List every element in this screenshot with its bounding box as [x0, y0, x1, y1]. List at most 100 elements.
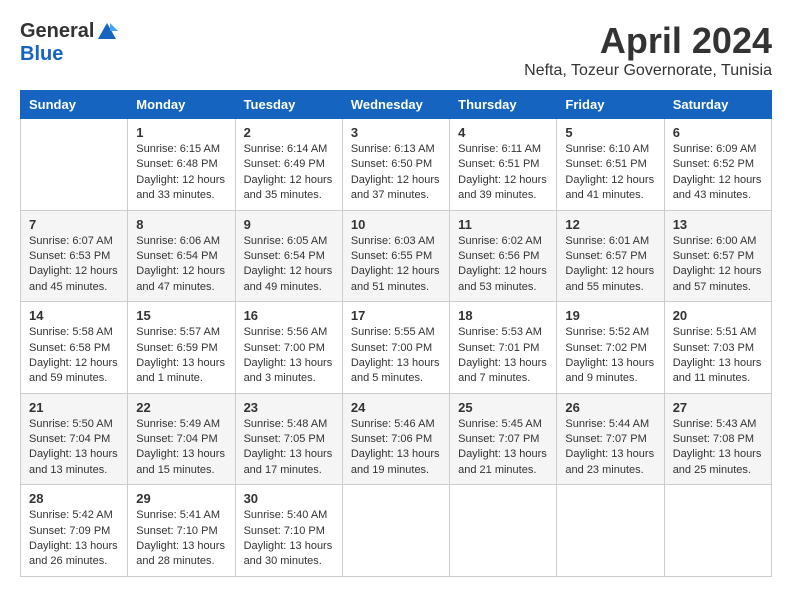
day-info: Sunrise: 6:15 AM Sunset: 6:48 PM Dayligh…: [136, 142, 226, 204]
day-info: Sunrise: 6:01 AM Sunset: 6:57 PM Dayligh…: [565, 234, 655, 296]
day-number: 28: [29, 491, 119, 506]
day-number: 17: [351, 308, 441, 323]
calendar-cell: 19 Sunrise: 5:52 AM Sunset: 7:02 PM Dayli…: [557, 302, 664, 394]
calendar-cell: [342, 485, 449, 577]
calendar-cell: 13 Sunrise: 6:00 AM Sunset: 6:57 PM Dayli…: [664, 210, 771, 302]
day-info: Sunrise: 5:46 AM Sunset: 7:06 PM Dayligh…: [351, 417, 441, 479]
calendar-cell: 20 Sunrise: 5:51 AM Sunset: 7:03 PM Dayli…: [664, 302, 771, 394]
calendar-cell: 28 Sunrise: 5:42 AM Sunset: 7:09 PM Dayli…: [21, 485, 128, 577]
calendar-cell: 3 Sunrise: 6:13 AM Sunset: 6:50 PM Daylig…: [342, 119, 449, 211]
day-number: 1: [136, 125, 226, 140]
day-info: Sunrise: 5:56 AM Sunset: 7:00 PM Dayligh…: [244, 325, 334, 387]
calendar-cell: 16 Sunrise: 5:56 AM Sunset: 7:00 PM Dayli…: [235, 302, 342, 394]
day-info: Sunrise: 6:00 AM Sunset: 6:57 PM Dayligh…: [673, 234, 763, 296]
calendar-week-4: 21 Sunrise: 5:50 AM Sunset: 7:04 PM Dayli…: [21, 393, 772, 485]
calendar-week-3: 14Sunrise: 5:58 AM Sunset: 6:58 PM Dayli…: [21, 302, 772, 394]
location-title: Nefta, Tozeur Governorate, Tunisia: [524, 62, 772, 80]
day-number: 8: [136, 217, 226, 232]
day-info: Sunrise: 5:53 AM Sunset: 7:01 PM Dayligh…: [458, 325, 548, 387]
day-info: Sunrise: 6:07 AM Sunset: 6:53 PM Dayligh…: [29, 234, 119, 296]
day-number: 11: [458, 217, 548, 232]
calendar-cell: 24 Sunrise: 5:46 AM Sunset: 7:06 PM Dayli…: [342, 393, 449, 485]
day-number: 24: [351, 400, 441, 415]
day-number: 16: [244, 308, 334, 323]
day-info: Sunrise: 6:06 AM Sunset: 6:54 PM Dayligh…: [136, 234, 226, 296]
calendar-cell: 1 Sunrise: 6:15 AM Sunset: 6:48 PM Daylig…: [128, 119, 235, 211]
calendar-header-row: SundayMondayTuesdayWednesdayThursdayFrid…: [21, 91, 772, 119]
calendar-week-1: 1 Sunrise: 6:15 AM Sunset: 6:48 PM Daylig…: [21, 119, 772, 211]
calendar-cell: 17 Sunrise: 5:55 AM Sunset: 7:00 PM Dayli…: [342, 302, 449, 394]
day-number: 26: [565, 400, 655, 415]
day-info: Sunrise: 5:55 AM Sunset: 7:00 PM Dayligh…: [351, 325, 441, 387]
logo-general-text: General: [20, 20, 94, 43]
calendar-cell: [21, 119, 128, 211]
day-header-sunday: Sunday: [21, 91, 128, 119]
day-info: Sunrise: 5:43 AM Sunset: 7:08 PM Dayligh…: [673, 417, 763, 479]
calendar-table: SundayMondayTuesdayWednesdayThursdayFrid…: [20, 90, 772, 577]
day-info: Sunrise: 6:10 AM Sunset: 6:51 PM Dayligh…: [565, 142, 655, 204]
calendar-cell: [557, 485, 664, 577]
day-header-tuesday: Tuesday: [235, 91, 342, 119]
day-info: Sunrise: 6:09 AM Sunset: 6:52 PM Dayligh…: [673, 142, 763, 204]
calendar-cell: 22 Sunrise: 5:49 AM Sunset: 7:04 PM Dayli…: [128, 393, 235, 485]
day-info: Sunrise: 6:11 AM Sunset: 6:51 PM Dayligh…: [458, 142, 548, 204]
logo: General Blue: [20, 20, 118, 66]
day-number: 27: [673, 400, 763, 415]
day-number: 22: [136, 400, 226, 415]
day-header-friday: Friday: [557, 91, 664, 119]
day-number: 18: [458, 308, 548, 323]
day-header-thursday: Thursday: [450, 91, 557, 119]
day-header-wednesday: Wednesday: [342, 91, 449, 119]
day-info: Sunrise: 6:14 AM Sunset: 6:49 PM Dayligh…: [244, 142, 334, 204]
day-number: 12: [565, 217, 655, 232]
calendar-cell: 14Sunrise: 5:58 AM Sunset: 6:58 PM Dayli…: [21, 302, 128, 394]
logo-icon: [96, 21, 118, 43]
day-number: 6: [673, 125, 763, 140]
calendar-cell: 26Sunrise: 5:44 AM Sunset: 7:07 PM Dayli…: [557, 393, 664, 485]
day-info: Sunrise: 5:57 AM Sunset: 6:59 PM Dayligh…: [136, 325, 226, 387]
calendar-cell: 10 Sunrise: 6:03 AM Sunset: 6:55 PM Dayli…: [342, 210, 449, 302]
day-number: 21: [29, 400, 119, 415]
calendar-week-2: 7 Sunrise: 6:07 AM Sunset: 6:53 PM Daylig…: [21, 210, 772, 302]
day-number: 9: [244, 217, 334, 232]
day-info: Sunrise: 5:51 AM Sunset: 7:03 PM Dayligh…: [673, 325, 763, 387]
calendar-cell: 2 Sunrise: 6:14 AM Sunset: 6:49 PM Daylig…: [235, 119, 342, 211]
day-header-saturday: Saturday: [664, 91, 771, 119]
day-number: 7: [29, 217, 119, 232]
calendar-cell: 6 Sunrise: 6:09 AM Sunset: 6:52 PM Daylig…: [664, 119, 771, 211]
calendar-cell: 18 Sunrise: 5:53 AM Sunset: 7:01 PM Dayli…: [450, 302, 557, 394]
month-title: April 2024: [524, 20, 772, 62]
day-number: 2: [244, 125, 334, 140]
day-number: 5: [565, 125, 655, 140]
day-info: Sunrise: 6:02 AM Sunset: 6:56 PM Dayligh…: [458, 234, 548, 296]
day-info: Sunrise: 6:13 AM Sunset: 6:50 PM Dayligh…: [351, 142, 441, 204]
day-number: 4: [458, 125, 548, 140]
day-info: Sunrise: 5:50 AM Sunset: 7:04 PM Dayligh…: [29, 417, 119, 479]
day-number: 10: [351, 217, 441, 232]
day-info: Sunrise: 5:42 AM Sunset: 7:09 PM Dayligh…: [29, 508, 119, 570]
day-number: 13: [673, 217, 763, 232]
day-number: 29: [136, 491, 226, 506]
calendar-week-5: 28 Sunrise: 5:42 AM Sunset: 7:09 PM Dayli…: [21, 485, 772, 577]
day-number: 30: [244, 491, 334, 506]
day-header-monday: Monday: [128, 91, 235, 119]
day-number: 19: [565, 308, 655, 323]
logo-blue-text: Blue: [20, 43, 63, 66]
day-number: 20: [673, 308, 763, 323]
day-info: Sunrise: 5:49 AM Sunset: 7:04 PM Dayligh…: [136, 417, 226, 479]
calendar-cell: 8 Sunrise: 6:06 AM Sunset: 6:54 PM Daylig…: [128, 210, 235, 302]
page-header: General Blue April 2024 Nefta, Tozeur Go…: [20, 20, 772, 80]
calendar-cell: 12 Sunrise: 6:01 AM Sunset: 6:57 PM Dayli…: [557, 210, 664, 302]
day-info: Sunrise: 5:52 AM Sunset: 7:02 PM Dayligh…: [565, 325, 655, 387]
day-info: Sunrise: 5:45 AM Sunset: 7:07 PM Dayligh…: [458, 417, 548, 479]
day-number: 23: [244, 400, 334, 415]
title-block: April 2024 Nefta, Tozeur Governorate, Tu…: [524, 20, 772, 80]
calendar-cell: 9 Sunrise: 6:05 AM Sunset: 6:54 PM Daylig…: [235, 210, 342, 302]
day-info: Sunrise: 6:03 AM Sunset: 6:55 PM Dayligh…: [351, 234, 441, 296]
day-info: Sunrise: 6:05 AM Sunset: 6:54 PM Dayligh…: [244, 234, 334, 296]
day-number: 3: [351, 125, 441, 140]
calendar-cell: [450, 485, 557, 577]
calendar-cell: 5 Sunrise: 6:10 AM Sunset: 6:51 PM Daylig…: [557, 119, 664, 211]
calendar-cell: [664, 485, 771, 577]
day-number: 15: [136, 308, 226, 323]
